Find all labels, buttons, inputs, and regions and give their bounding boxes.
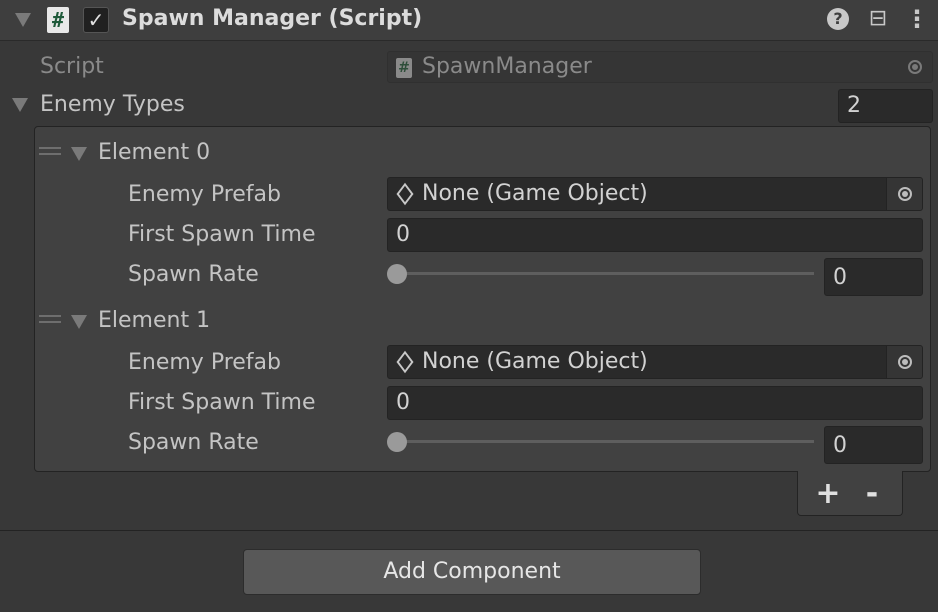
first-spawn-time-field[interactable]: 0 — [387, 386, 923, 420]
object-picker-button[interactable] — [886, 178, 922, 210]
element-0-label[interactable]: Element 0 — [98, 140, 210, 165]
script-label: Script — [40, 54, 104, 79]
divider — [0, 530, 938, 531]
first-spawn-time-label: First Spawn Time — [128, 222, 316, 247]
spawn-rate-field[interactable]: 0 — [824, 258, 923, 296]
spawn-rate-label: Spawn Rate — [128, 430, 259, 455]
enemy-types-label[interactable]: Enemy Types — [40, 92, 185, 117]
help-icon[interactable]: ? — [827, 8, 849, 30]
presets-icon[interactable]: ⊟ — [866, 5, 890, 33]
first-spawn-time-field[interactable]: 0 — [387, 218, 923, 252]
enemy-prefab-label: Enemy Prefab — [128, 350, 281, 375]
script-field-value: SpawnManager — [422, 54, 592, 79]
array-size-field[interactable]: 2 — [838, 89, 933, 123]
spawn-rate-slider-thumb[interactable] — [387, 264, 407, 284]
drag-handle-icon[interactable] — [39, 147, 61, 155]
component-title: Spawn Manager (Script) — [122, 6, 423, 31]
script-file-icon: # — [396, 58, 412, 78]
element-1-label[interactable]: Element 1 — [98, 308, 210, 333]
object-picker-icon — [897, 355, 912, 369]
context-menu-icon[interactable]: ⋮ — [905, 5, 929, 33]
enemy-prefab-value: None (Game Object) — [422, 181, 648, 206]
element-1-foldout-icon[interactable] — [71, 315, 87, 329]
script-icon: # — [47, 7, 69, 33]
first-spawn-time-label: First Spawn Time — [128, 390, 316, 415]
remove-element-button[interactable]: - — [854, 474, 890, 514]
game-object-icon — [396, 350, 414, 374]
enemy-prefab-field[interactable]: None (Game Object) — [387, 345, 923, 379]
script-picker — [898, 52, 932, 82]
element-0-foldout-icon[interactable] — [71, 147, 87, 161]
enabled-checkbox[interactable]: ✓ — [83, 7, 109, 33]
add-element-button[interactable]: + — [810, 474, 846, 514]
object-picker-icon — [908, 60, 922, 74]
enemy-prefab-field[interactable]: None (Game Object) — [387, 177, 923, 211]
enemy-prefab-label: Enemy Prefab — [128, 182, 281, 207]
spawn-rate-field[interactable]: 0 — [824, 426, 923, 464]
game-object-icon — [396, 182, 414, 206]
spawn-rate-slider-track[interactable] — [396, 440, 814, 443]
drag-handle-icon[interactable] — [39, 315, 61, 323]
add-component-button[interactable]: Add Component — [243, 549, 701, 595]
script-field: SpawnManager # — [387, 51, 933, 83]
spawn-rate-label: Spawn Rate — [128, 262, 259, 287]
object-picker-button[interactable] — [886, 346, 922, 378]
spawn-rate-slider-track[interactable] — [396, 272, 814, 275]
object-picker-icon — [897, 187, 912, 201]
enemy-types-foldout-icon[interactable] — [12, 98, 28, 112]
spawn-rate-slider-thumb[interactable] — [387, 432, 407, 452]
enemy-prefab-value: None (Game Object) — [422, 349, 648, 374]
foldout-arrow-icon[interactable] — [15, 13, 31, 27]
